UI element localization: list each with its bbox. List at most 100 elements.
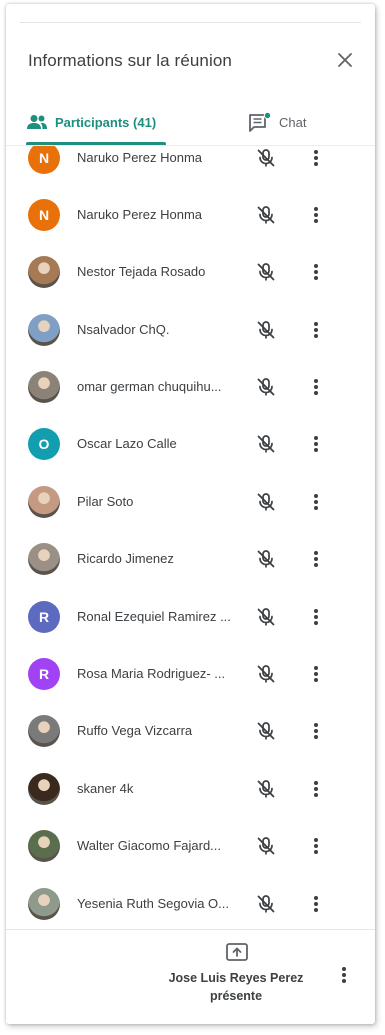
more-vert-icon bbox=[314, 379, 318, 396]
participant-more-options-button[interactable] bbox=[306, 261, 326, 283]
participant-name: Walter Giacomo Fajard... bbox=[77, 838, 222, 854]
mic-off-icon[interactable] bbox=[255, 606, 277, 628]
participant-more-options-button[interactable] bbox=[306, 548, 326, 570]
participant-more-options-button[interactable] bbox=[306, 433, 326, 455]
avatar-initial: N bbox=[38, 206, 50, 223]
participant-row[interactable]: O Oscar Lazo Calle bbox=[6, 416, 375, 473]
tab-participants-label: Participants (41) bbox=[55, 114, 157, 130]
tab-bar: Participants (41) Chat bbox=[6, 100, 375, 146]
participant-more-options-button[interactable] bbox=[306, 778, 326, 800]
panel-title: Informations sur la réunion bbox=[28, 51, 232, 70]
mic-off-icon[interactable] bbox=[255, 376, 277, 398]
participant-list[interactable]: N Naruko Perez Honma N Naruko Perez Honma Ne… bbox=[6, 146, 375, 931]
participant-more-options-button[interactable] bbox=[306, 319, 326, 341]
participant-row[interactable]: Yesenia Ruth Segovia O... bbox=[6, 875, 375, 931]
more-vert-icon bbox=[314, 206, 318, 223]
mic-off-icon[interactable] bbox=[255, 835, 277, 857]
more-vert-icon bbox=[314, 666, 318, 683]
avatar-initial: O bbox=[38, 436, 50, 453]
tab-chat-label: Chat bbox=[279, 114, 307, 130]
participant-row[interactable]: skaner 4k bbox=[6, 760, 375, 817]
participant-row[interactable]: Nestor Tejada Rosado bbox=[6, 244, 375, 301]
tab-participants[interactable]: Participants (41) bbox=[26, 100, 166, 144]
mic-off-icon[interactable] bbox=[255, 204, 277, 226]
chat-icon bbox=[249, 112, 272, 132]
more-vert-icon bbox=[314, 723, 318, 740]
participant-row[interactable]: R Rosa Maria Rodriguez- ... bbox=[6, 645, 375, 702]
participant-initial-avatar: N bbox=[28, 198, 60, 231]
tab-chat[interactable]: Chat bbox=[248, 100, 328, 144]
participant-name: Ricardo Jimenez bbox=[77, 551, 174, 567]
close-icon bbox=[338, 53, 352, 67]
participant-photo-avatar bbox=[28, 772, 60, 805]
more-vert-icon bbox=[314, 780, 318, 797]
presenter-status: présente bbox=[209, 989, 263, 1003]
meeting-info-panel: Informations sur la réunion Participants… bbox=[6, 4, 375, 1024]
top-divider bbox=[20, 22, 361, 23]
more-vert-icon bbox=[342, 967, 346, 983]
mic-off-icon[interactable] bbox=[255, 491, 277, 513]
more-vert-icon bbox=[314, 608, 318, 625]
participant-name: omar german chuquihu... bbox=[77, 379, 222, 395]
more-vert-icon bbox=[314, 321, 318, 338]
mic-off-icon[interactable] bbox=[255, 261, 277, 283]
present-to-all-icon bbox=[226, 943, 248, 961]
participant-name: Ronal Ezequiel Ramirez ... bbox=[77, 608, 231, 624]
participant-more-options-button[interactable] bbox=[306, 376, 326, 398]
participant-more-options-button[interactable] bbox=[306, 204, 326, 226]
participant-name: Naruko Perez Honma bbox=[77, 206, 202, 222]
mic-off-icon[interactable] bbox=[255, 663, 277, 685]
participant-row[interactable]: omar german chuquihu... bbox=[6, 358, 375, 415]
footer-divider bbox=[6, 929, 375, 930]
avatar-initial: N bbox=[38, 149, 50, 166]
participant-more-options-button[interactable] bbox=[306, 147, 326, 169]
participant-row[interactable]: R Ronal Ezequiel Ramirez ... bbox=[6, 588, 375, 645]
participant-name: Naruko Perez Honma bbox=[77, 149, 202, 165]
mic-off-icon[interactable] bbox=[255, 893, 277, 915]
participant-row[interactable]: Walter Giacomo Fajard... bbox=[6, 818, 375, 875]
participant-photo-avatar bbox=[28, 715, 60, 748]
participant-row[interactable]: N Naruko Perez Honma bbox=[6, 146, 375, 186]
participant-more-options-button[interactable] bbox=[306, 893, 326, 915]
participant-photo-avatar bbox=[28, 371, 60, 404]
more-vert-icon bbox=[314, 436, 318, 453]
presenter-more-options-button[interactable] bbox=[334, 964, 354, 986]
more-vert-icon bbox=[314, 493, 318, 510]
participant-initial-avatar: O bbox=[28, 428, 60, 461]
more-vert-icon bbox=[314, 149, 318, 166]
more-vert-icon bbox=[314, 264, 318, 281]
participant-row[interactable]: N Naruko Perez Honma bbox=[6, 186, 375, 243]
participant-photo-avatar bbox=[28, 887, 60, 920]
participant-photo-avatar bbox=[28, 256, 60, 289]
participant-more-options-button[interactable] bbox=[306, 606, 326, 628]
more-vert-icon bbox=[314, 838, 318, 855]
participant-name: skaner 4k bbox=[77, 780, 134, 796]
mic-off-icon[interactable] bbox=[255, 147, 277, 169]
participant-initial-avatar: R bbox=[28, 600, 60, 633]
participant-more-options-button[interactable] bbox=[306, 491, 326, 513]
mic-off-icon[interactable] bbox=[255, 319, 277, 341]
mic-off-icon[interactable] bbox=[255, 548, 277, 570]
participant-more-options-button[interactable] bbox=[306, 720, 326, 742]
avatar-initial: R bbox=[38, 608, 50, 625]
participant-photo-avatar bbox=[28, 485, 60, 518]
avatar-initial: R bbox=[38, 666, 50, 683]
close-button[interactable] bbox=[333, 48, 357, 72]
mic-off-icon[interactable] bbox=[255, 720, 277, 742]
participant-row[interactable]: Nsalvador ChQ. bbox=[6, 301, 375, 358]
participant-row[interactable]: Ruffo Vega Vizcarra bbox=[6, 703, 375, 760]
participant-name: Yesenia Ruth Segovia O... bbox=[77, 895, 230, 911]
participant-photo-avatar bbox=[28, 313, 60, 346]
presenter-label: Jose Luis Reyes Perez présente bbox=[156, 969, 316, 1005]
more-vert-icon bbox=[314, 895, 318, 912]
participant-photo-avatar bbox=[28, 830, 60, 863]
participant-name: Nestor Tejada Rosado bbox=[77, 264, 206, 280]
mic-off-icon[interactable] bbox=[255, 778, 277, 800]
participant-row[interactable]: Ricardo Jimenez bbox=[6, 531, 375, 588]
participant-more-options-button[interactable] bbox=[306, 835, 326, 857]
mic-off-icon[interactable] bbox=[255, 433, 277, 455]
participant-name: Rosa Maria Rodriguez- ... bbox=[77, 666, 226, 682]
participant-photo-avatar bbox=[28, 543, 60, 576]
participant-row[interactable]: Pilar Soto bbox=[6, 473, 375, 530]
participant-more-options-button[interactable] bbox=[306, 663, 326, 685]
